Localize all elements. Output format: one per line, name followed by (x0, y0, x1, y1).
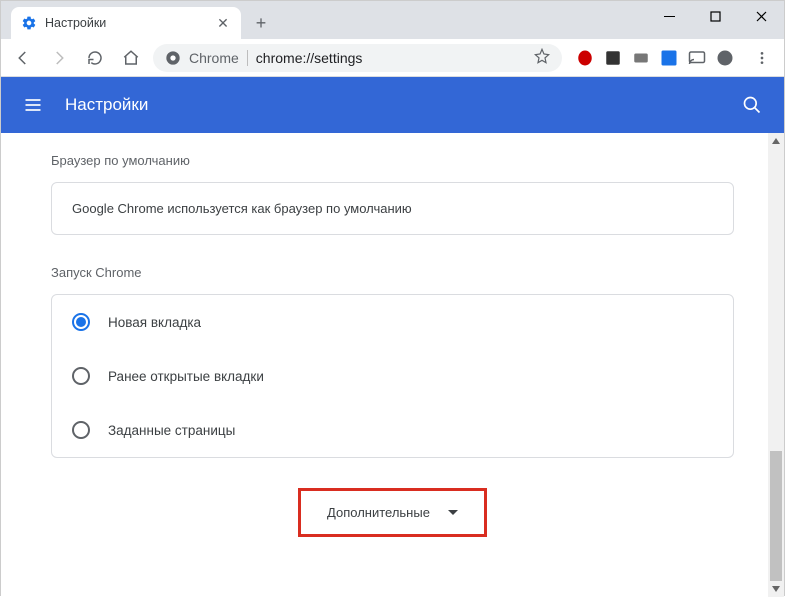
maximize-button[interactable] (692, 1, 738, 31)
startup-options-card: Новая вкладка Ранее открытые вкладки Зад… (51, 294, 734, 458)
profile-avatar[interactable] (716, 49, 734, 67)
scrollbar[interactable] (768, 133, 784, 597)
settings-header: Настройки (1, 77, 784, 133)
forward-button[interactable] (45, 44, 73, 72)
page-title: Настройки (65, 95, 720, 115)
scroll-up-icon[interactable] (768, 133, 784, 149)
scroll-thumb[interactable] (770, 451, 782, 581)
extension-icons (570, 49, 740, 67)
startup-option-new-tab[interactable]: Новая вкладка (52, 295, 733, 349)
radio-label: Новая вкладка (108, 315, 201, 330)
url-prefix: Chrome (189, 50, 239, 66)
extension-icon[interactable] (632, 49, 650, 67)
reload-button[interactable] (81, 44, 109, 72)
chevron-down-icon (448, 508, 458, 518)
home-button[interactable] (117, 44, 145, 72)
extension-icon[interactable] (576, 49, 594, 67)
new-tab-button[interactable]: + (247, 9, 275, 37)
gear-icon (21, 15, 37, 31)
url-divider (247, 50, 248, 66)
browser-tab[interactable]: Настройки ✕ (11, 7, 241, 39)
tab-title: Настройки (45, 16, 207, 30)
radio-icon (72, 421, 90, 439)
browser-menu-button[interactable] (748, 44, 776, 72)
back-button[interactable] (9, 44, 37, 72)
default-browser-info-text: Google Chrome используется как браузер п… (72, 201, 412, 216)
startup-option-continue[interactable]: Ранее открытые вкладки (52, 349, 733, 403)
radio-label: Заданные страницы (108, 423, 235, 438)
chrome-icon (165, 50, 181, 66)
address-bar[interactable]: Chrome chrome://settings (153, 44, 562, 72)
advanced-section: Дополнительные (51, 488, 734, 537)
window-controls (646, 1, 784, 31)
window-titlebar: Настройки ✕ + (1, 1, 784, 39)
bookmark-star-icon[interactable] (534, 48, 550, 67)
menu-icon[interactable] (21, 93, 45, 117)
search-icon[interactable] (740, 93, 764, 117)
section-title-default-browser: Браузер по умолчанию (51, 153, 734, 168)
settings-content: Браузер по умолчанию Google Chrome испол… (1, 133, 784, 597)
extension-icon[interactable] (604, 49, 622, 67)
advanced-toggle-button[interactable]: Дополнительные (298, 488, 487, 537)
cast-icon[interactable] (688, 49, 706, 67)
scroll-down-icon[interactable] (768, 581, 784, 597)
radio-icon (72, 367, 90, 385)
close-window-button[interactable] (738, 1, 784, 31)
startup-option-specific-pages[interactable]: Заданные страницы (52, 403, 733, 457)
browser-toolbar: Chrome chrome://settings (1, 39, 784, 77)
radio-label: Ранее открытые вкладки (108, 369, 264, 384)
extension-icon[interactable] (660, 49, 678, 67)
default-browser-card: Google Chrome используется как браузер п… (51, 182, 734, 235)
url-path: chrome://settings (256, 50, 363, 66)
minimize-button[interactable] (646, 1, 692, 31)
radio-icon (72, 313, 90, 331)
section-title-startup: Запуск Chrome (51, 265, 734, 280)
advanced-label: Дополнительные (327, 505, 430, 520)
content-area: Браузер по умолчанию Google Chrome испол… (1, 133, 784, 597)
close-tab-icon[interactable]: ✕ (215, 15, 231, 31)
